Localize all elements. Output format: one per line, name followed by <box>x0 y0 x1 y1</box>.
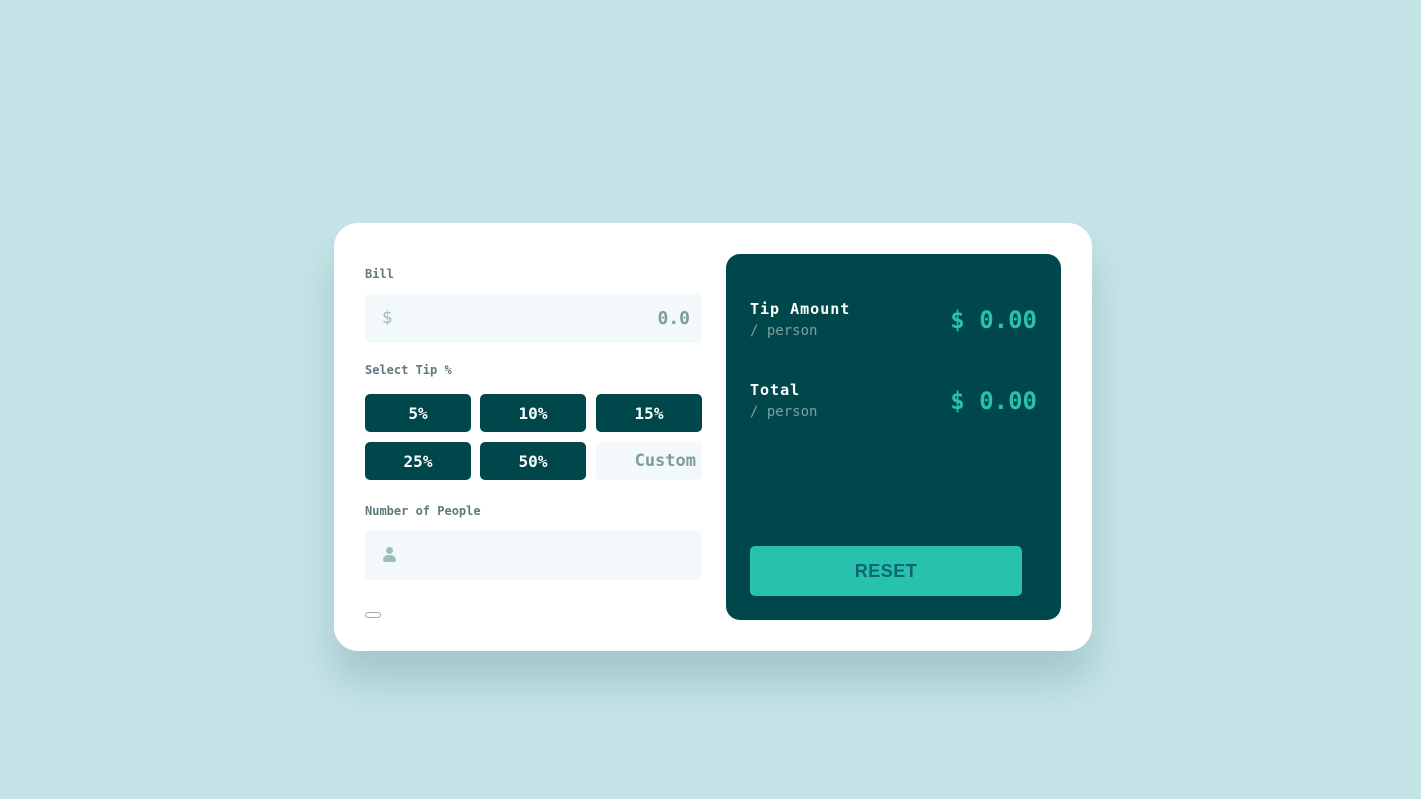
total-sub: / person <box>750 404 818 420</box>
toggle-pill[interactable] <box>365 612 381 618</box>
total-value: $ 0.00 <box>950 387 1037 415</box>
tip-calculator-card: Bill $ Select Tip % 5% 10% 15% 25% 50% N… <box>334 223 1092 651</box>
custom-tip-input[interactable] <box>596 442 702 480</box>
person-icon <box>382 547 396 564</box>
people-input[interactable] <box>405 531 690 580</box>
tip-button-25[interactable]: 25% <box>365 442 471 480</box>
tip-button-50[interactable]: 50% <box>480 442 586 480</box>
total-title: Total <box>750 381 801 399</box>
select-tip-label: Select Tip % <box>365 363 452 377</box>
tip-amount-sub: / person <box>750 323 818 339</box>
results-panel: Tip Amount / person $ 0.00 Total / perso… <box>726 254 1061 620</box>
bill-label: Bill <box>365 267 394 281</box>
tip-button-5[interactable]: 5% <box>365 394 471 432</box>
bill-input[interactable] <box>405 294 690 343</box>
tip-amount-row: Tip Amount / person $ 0.00 <box>750 300 1037 350</box>
people-field[interactable] <box>365 531 702 580</box>
total-row: Total / person $ 0.00 <box>750 381 1037 431</box>
tip-amount-title: Tip Amount <box>750 300 851 318</box>
bill-field[interactable]: $ <box>365 294 702 343</box>
tip-button-15[interactable]: 15% <box>596 394 702 432</box>
dollar-icon: $ <box>382 308 393 328</box>
people-label: Number of People <box>365 504 481 518</box>
tip-amount-value: $ 0.00 <box>950 306 1037 334</box>
tip-button-10[interactable]: 10% <box>480 394 586 432</box>
reset-button[interactable]: RESET <box>750 546 1022 596</box>
